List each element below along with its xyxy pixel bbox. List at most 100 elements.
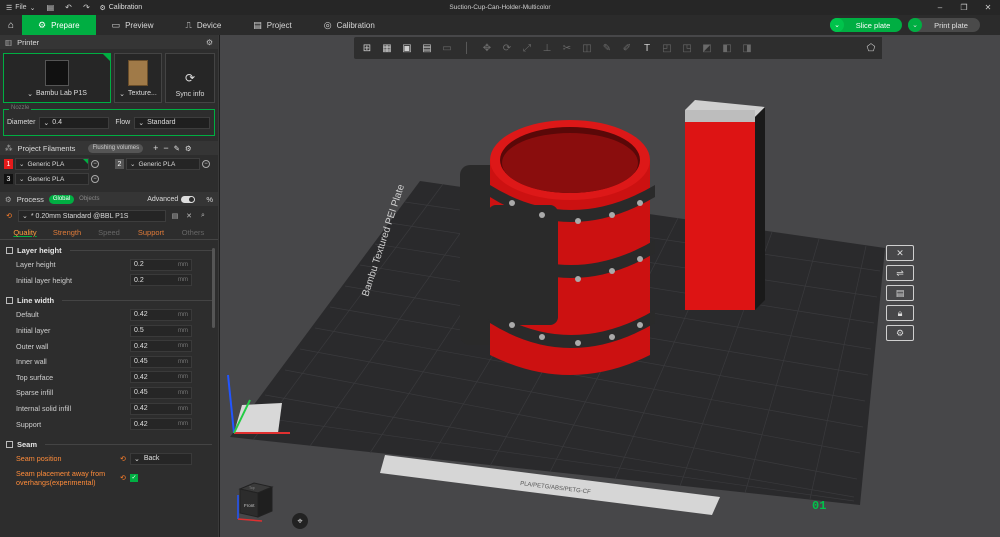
tab-project[interactable]: ▤ Project [237,15,307,35]
plate-type-card[interactable]: ⌄ Texture... [114,53,162,103]
nozzle-diameter-select[interactable]: ⌄ 0.4 [39,116,110,129]
tab-speed[interactable]: Speed [88,228,130,237]
cut-icon[interactable]: ✂ [558,40,576,56]
z-axis [227,374,235,434]
remove-filament-icon[interactable]: − [163,143,168,153]
explosion-view-icon[interactable]: ⬠ [860,37,882,59]
tab-prepare[interactable]: ⚙ Prepare [22,15,96,35]
process-preset-select[interactable]: ⌄ * 0.20mm Standard @BBL P1S [18,210,166,222]
setting-input[interactable]: 0.42 mm [130,308,192,321]
view-cube[interactable]: Top Front [232,475,278,525]
setting-input[interactable]: 0.42 mm [130,340,192,353]
filament-edit-icon[interactable]: ✎ [174,144,180,153]
tab-device[interactable]: ⎍ Device [170,15,238,35]
slice-plate-button[interactable]: ⌄ Slice plate [830,18,902,32]
advanced-toggle[interactable]: Advanced [147,195,196,203]
file-menu[interactable]: ☰ File ⌄ [0,4,41,12]
setting-input[interactable]: 0.42 mm [130,402,192,415]
sync-info-button[interactable]: ⟳ Sync info [165,53,215,103]
process-compare-icon[interactable]: % [206,195,213,204]
printer-select-card[interactable]: ⌄ Bambu Lab P1S [3,53,111,103]
advanced-switch[interactable] [181,195,196,203]
save-preset-icon[interactable]: ▤ [170,212,180,220]
seam-away-checkbox[interactable]: ✓ [130,473,138,482]
lock-plate-icon[interactable]: 🔒︎ [886,305,914,321]
print-plate-button[interactable]: ⌄ Print plate [908,18,980,32]
filament-select-2[interactable]: ⌄ Generic PLA [126,158,200,170]
delete-plate-icon[interactable]: ✕ [886,245,914,261]
model-block[interactable] [685,100,765,310]
slice-dropdown-icon[interactable]: ⌄ [830,18,844,32]
setting-input[interactable]: 0.45 mm [130,355,192,368]
objects-toggle[interactable]: Objects [79,196,99,202]
save-icon[interactable]: ▤ [41,3,59,12]
minimize-icon[interactable]: – [928,0,952,15]
delete-preset-icon[interactable]: ✕ [184,212,194,220]
zoom-fit-icon[interactable]: ⌖ [292,513,308,529]
undo-icon[interactable]: ↶ [59,3,77,12]
setting-input[interactable]: 0.42 mm [130,371,192,384]
home-icon[interactable]: ⌂ [0,15,22,35]
text-tool-icon[interactable]: T [638,40,656,56]
tab-strength[interactable]: Strength [46,228,88,237]
tab-others[interactable]: Others [172,228,214,237]
global-toggle[interactable]: Global [48,194,75,204]
filament-select-3[interactable]: ⌄ Generic PLA [15,173,89,185]
setting-input[interactable]: 0.2 mm [130,258,192,271]
arrange-icon[interactable]: ▤ [418,40,436,56]
printer-settings-gear-icon[interactable]: ⚙ [206,38,213,47]
seam-paint-icon[interactable]: ✐ [618,40,636,56]
reset-icon[interactable]: ⟲ [4,212,14,220]
calibration-shortcut[interactable]: ⚙ Calibration [99,4,142,12]
close-icon[interactable]: ✕ [976,0,1000,15]
add-filament-icon[interactable]: + [153,143,158,153]
nozzle-flow-select[interactable]: ⌄ Standard [134,116,211,129]
move-icon[interactable]: ✥ [478,40,496,56]
print-dropdown-icon[interactable]: ⌄ [908,18,922,32]
remove-filament-2-icon[interactable]: − [202,160,210,168]
filament-settings-icon[interactable]: ⚙ [185,144,192,153]
scale-icon[interactable]: ⤢ [518,40,536,56]
arrange-plate-icon[interactable]: ⇌ [886,265,914,281]
3d-viewport[interactable]: PLA/PETG/ABS/PETG-CF Bambu Textured PEI … [220,35,1000,537]
assembly-icon[interactable]: ◳ [678,40,696,56]
rotate-icon[interactable]: ⟳ [498,40,516,56]
color-paint-icon[interactable]: ◩ [698,40,716,56]
lay-on-face-icon[interactable]: ⊥ [538,40,556,56]
tab-preview[interactable]: ▭ Preview [96,15,170,35]
setting-input[interactable]: 0.5 mm [130,324,192,337]
view-mode-icon[interactable]: ◨ [738,40,756,56]
add-object-icon[interactable]: ⊞ [358,40,376,56]
redo-icon[interactable]: ↷ [77,3,95,12]
reset-value-icon[interactable]: ⟲ [120,455,130,463]
measure-icon[interactable]: ◰ [658,40,676,56]
setting-input[interactable]: 0.2 mm [130,274,192,287]
settings-scrollbar[interactable] [212,248,215,328]
flushing-volumes-button[interactable]: Flushing volumes [88,143,144,153]
search-icon[interactable]: ⌕ [198,212,208,220]
filament-color-swatch[interactable]: 1 [4,159,13,169]
setting-input[interactable]: 0.45 mm [130,386,192,399]
remove-filament-3-icon[interactable]: − [91,175,99,183]
tab-quality[interactable]: Quality [4,228,46,237]
remove-filament-1-icon[interactable]: − [91,160,99,168]
filament-color-swatch[interactable]: 3 [4,174,13,184]
support-paint-icon[interactable]: ✎ [598,40,616,56]
tab-support[interactable]: Support [130,228,172,237]
auto-orient-icon[interactable]: ▣ [398,40,416,56]
variable-layer-icon[interactable]: ◧ [718,40,736,56]
tab-calibration[interactable]: ◎ Calibration [308,15,391,35]
add-plate-icon[interactable]: ▦ [378,40,396,56]
filament-select-1[interactable]: ⌄ Generic PLA [15,158,89,170]
model-can-holder[interactable] [460,120,655,375]
split-icon[interactable]: ▭ [438,40,456,56]
mesh-boolean-icon[interactable]: ◫ [578,40,596,56]
seam-position-select[interactable]: ⌄ Back [130,452,192,465]
plate-settings-icon[interactable]: ⚙ [886,325,914,341]
filament-color-swatch[interactable]: 2 [115,159,124,169]
setting-input[interactable]: 0.42 mm [130,418,192,431]
restore-icon[interactable]: ❐ [952,0,976,15]
orient-plate-icon[interactable]: ▤ [886,285,914,301]
reset-value-icon[interactable]: ⟲ [120,474,130,482]
setting-row: Sparse infill 0.45 mm [0,385,218,401]
